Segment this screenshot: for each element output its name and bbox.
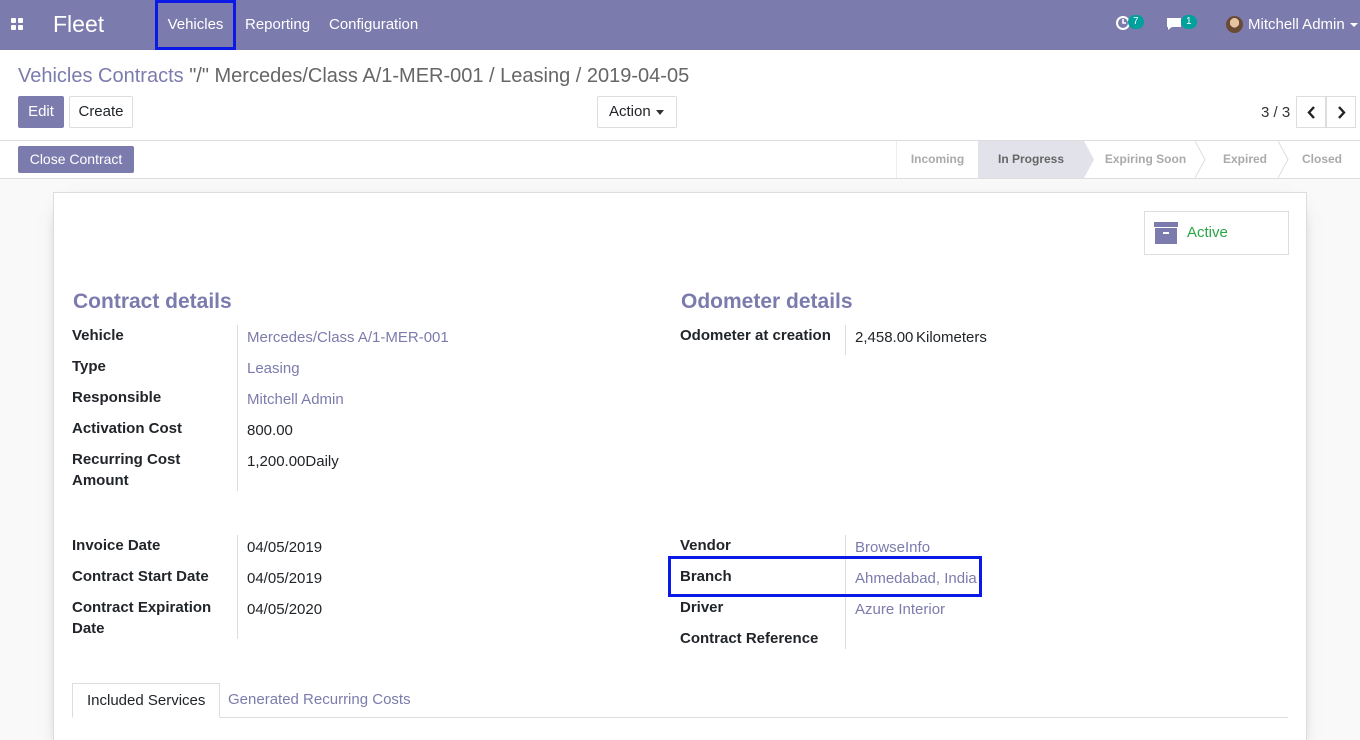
messages-badge: 1 [1181, 15, 1197, 29]
chevron-down-icon [656, 110, 664, 115]
user-caret-icon [1350, 23, 1358, 27]
start-date-label: Contract Start Date [72, 568, 209, 585]
type-field[interactable]: Leasing [247, 358, 300, 379]
odometer-details-title: Odometer details [681, 290, 853, 313]
field-divider [845, 325, 846, 355]
pager-value[interactable]: 3 / 3 [1261, 104, 1290, 121]
create-button[interactable]: Create [69, 96, 133, 128]
driver-field[interactable]: Azure Interior [855, 599, 945, 620]
user-avatar[interactable] [1226, 16, 1243, 33]
tab-generated-recurring-costs[interactable]: Generated Recurring Costs [214, 683, 425, 718]
responsible-label: Responsible [72, 389, 162, 406]
field-divider [237, 535, 238, 639]
vehicle-field[interactable]: Mercedes/Class A/1-MER-001 [247, 327, 449, 348]
type-label: Type [72, 358, 106, 375]
activation-cost-field: 800.00 [247, 422, 293, 439]
activity-badge: 7 [1128, 15, 1144, 29]
apps-menu-icon[interactable] [11, 18, 25, 30]
tab-included-services[interactable]: Included Services [72, 683, 221, 718]
odometer-unit: Kilometers [916, 329, 987, 346]
invoice-date-field: 04/05/2019 [247, 539, 323, 556]
breadcrumb-current: "/" Mercedes/Class A/1-MER-001 / Leasing… [189, 65, 690, 87]
vehicle-label: Vehicle [72, 327, 124, 344]
action-dropdown[interactable]: Action [597, 96, 677, 128]
driver-label: Driver [680, 599, 724, 616]
chevron-right-icon [1338, 106, 1346, 119]
vendor-label: Vendor [680, 537, 731, 554]
edit-button[interactable]: Edit [18, 96, 64, 128]
recurring-cost-field: 1,200.00Daily [247, 453, 339, 470]
app-brand: Fleet [53, 11, 105, 37]
menu-configuration[interactable]: Configuration [329, 0, 418, 50]
odometer-label: Odometer at creation [680, 327, 831, 344]
chevron-left-icon [1307, 106, 1315, 119]
start-date-field: 04/05/2019 [247, 570, 323, 587]
archive-icon [1154, 222, 1178, 244]
pager-previous-button[interactable] [1296, 96, 1326, 128]
odometer-value: 2,458.00 [855, 329, 914, 346]
responsible-field[interactable]: Mitchell Admin [247, 389, 344, 410]
expiration-date-label: Contract Expiration Date [72, 599, 212, 637]
branch-highlight-box [668, 556, 982, 597]
field-divider [237, 325, 238, 491]
stage-incoming[interactable]: Incoming [897, 141, 978, 178]
stage-expiring-soon[interactable]: Expiring Soon [1094, 141, 1197, 178]
menu-reporting[interactable]: Reporting [245, 0, 310, 50]
stage-arrow [1195, 141, 1206, 178]
stage-closed[interactable]: Closed [1290, 141, 1354, 178]
invoice-date-label: Invoice Date [72, 537, 161, 554]
contract-details-title: Contract details [73, 290, 232, 313]
stage-expired[interactable]: Expired [1207, 141, 1283, 178]
breadcrumb-parent[interactable]: Vehicles Contracts [18, 65, 184, 87]
stage-arrow [1278, 141, 1289, 178]
active-label: Active [1187, 224, 1228, 241]
menu-vehicles[interactable]: Vehicles [155, 0, 236, 50]
vendor-field[interactable]: BrowseInfo [855, 537, 930, 558]
form-sheet [53, 192, 1307, 740]
recurring-cost-label: Recurring Cost Amount [72, 451, 181, 489]
expiration-date-field: 04/05/2020 [247, 601, 323, 618]
action-label: Action [609, 103, 651, 120]
close-contract-button[interactable]: Close Contract [18, 146, 134, 173]
top-navbar: Fleet Vehicles Reporting Configuration 7… [0, 0, 1360, 50]
user-menu[interactable]: Mitchell Admin [1248, 16, 1345, 33]
pager-next-button[interactable] [1326, 96, 1356, 128]
breadcrumb: Vehicles Contracts "/" Mercedes/Class A/… [18, 65, 689, 88]
contract-reference-label: Contract Reference [680, 630, 819, 647]
stage-in-progress[interactable]: In Progress [978, 141, 1084, 178]
status-bar: Close Contract Incoming In Progress Expi… [0, 140, 1360, 179]
active-toggle-button[interactable]: Active [1144, 211, 1289, 255]
activation-cost-label: Activation Cost [72, 420, 183, 437]
